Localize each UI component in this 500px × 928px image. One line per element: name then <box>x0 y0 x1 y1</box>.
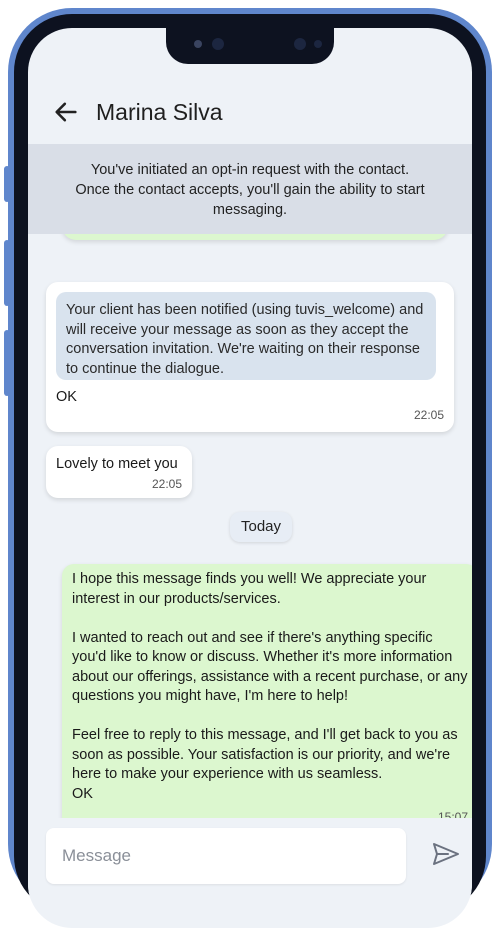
sensor-dot <box>314 40 322 48</box>
message-list[interactable]: Your client has been notified (using tuv… <box>28 234 472 874</box>
message-time: 22:05 <box>413 408 444 422</box>
quoted-message: Your client has been notified (using tuv… <box>56 292 436 380</box>
contact-name: Marina Silva <box>96 99 223 125</box>
message-bubble-outgoing[interactable]: I hope this message finds you well! We a… <box>62 564 472 832</box>
chat-screen: Marina Silva You've initiated an opt-in … <box>28 28 472 928</box>
message-text: I hope this message finds you well! We a… <box>72 571 468 802</box>
arrow-left-icon[interactable] <box>52 98 80 126</box>
camera-dot <box>194 40 202 48</box>
opt-in-banner: You've initiated an opt-in request with … <box>28 144 472 234</box>
banner-line: You've initiated an opt-in request with … <box>90 162 410 178</box>
message-bubble[interactable]: Your client has been notified (using tuv… <box>46 282 454 432</box>
banner-line: Once the contact accepts, you'll gain th… <box>75 182 425 198</box>
phone-side-button <box>4 166 10 202</box>
send-icon[interactable] <box>432 842 460 866</box>
phone-side-button <box>4 240 10 306</box>
camera-notch <box>166 28 334 64</box>
phone-side-button <box>4 330 10 396</box>
banner-line: messaging. <box>212 202 288 218</box>
message-input[interactable] <box>46 828 406 884</box>
previous-message-bubble <box>62 234 448 240</box>
message-composer <box>28 818 472 900</box>
chat-header: Marina Silva <box>28 86 472 140</box>
message-text: Lovely to meet you <box>56 456 178 472</box>
message-bubble[interactable]: Lovely to meet you 22:05 <box>46 446 192 498</box>
sensor-dot <box>294 38 306 50</box>
message-text: OK <box>56 389 77 405</box>
message-time: 22:05 <box>151 477 182 491</box>
sensor-dot <box>212 38 224 50</box>
date-separator: Today <box>230 512 292 542</box>
